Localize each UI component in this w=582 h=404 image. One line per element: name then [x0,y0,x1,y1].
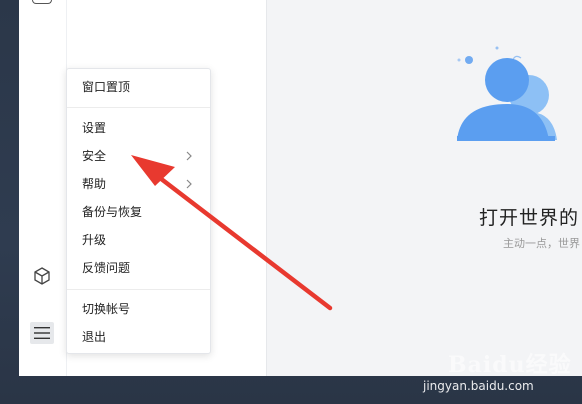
context-menu: 窗口置顶 设置 安全 帮助 备份与恢复 升级 反馈问题 切换帐号 退出 [66,68,211,354]
menu-item-label: 升级 [82,233,107,247]
hamburger-menu-button[interactable] [30,322,54,344]
welcome-title: 打开世界的 [479,207,580,229]
menu-item-security[interactable]: 安全 [67,142,210,170]
menu-item-logout[interactable]: 退出 [67,323,210,351]
menu-item-label: 退出 [82,330,107,344]
menu-item-label: 安全 [82,149,107,163]
menu-item-backup-restore[interactable]: 备份与恢复 [67,198,210,226]
menu-divider [67,107,210,108]
welcome-subtitle: 主动一点，世界 [503,237,580,250]
menu-item-label: 设置 [82,121,107,135]
cube-icon[interactable] [32,266,52,286]
rail-top-icon[interactable] [32,0,52,4]
watermark-url: jingyan.baidu.com [423,379,534,393]
menu-item-label: 切换帐号 [82,302,131,316]
menu-item-feedback[interactable]: 反馈问题 [67,254,210,282]
menu-item-help[interactable]: 帮助 [67,170,210,198]
icon-rail [19,0,67,376]
menu-item-settings[interactable]: 设置 [67,114,210,142]
menu-item-switch-account[interactable]: 切换帐号 [67,295,210,323]
watermark: Baidu经验 jingyan.baidu.com [420,345,580,403]
menu-divider [67,289,210,290]
watermark-logo: Baidu经验 [448,352,572,378]
content-area: 打开世界的 主动一点，世界 [267,0,582,376]
menu-item-label: 窗口置顶 [82,80,131,94]
menu-item-upgrade[interactable]: 升级 [67,226,210,254]
menu-item-label: 反馈问题 [82,261,131,275]
menu-item-label: 帮助 [82,177,107,191]
chevron-right-icon [186,151,192,161]
menu-item-label: 备份与恢复 [82,205,143,219]
contacts-illustration [457,46,557,141]
menu-item-pin-window[interactable]: 窗口置顶 [67,73,210,101]
chevron-right-icon [186,179,192,189]
hamburger-menu-icon [34,327,50,339]
